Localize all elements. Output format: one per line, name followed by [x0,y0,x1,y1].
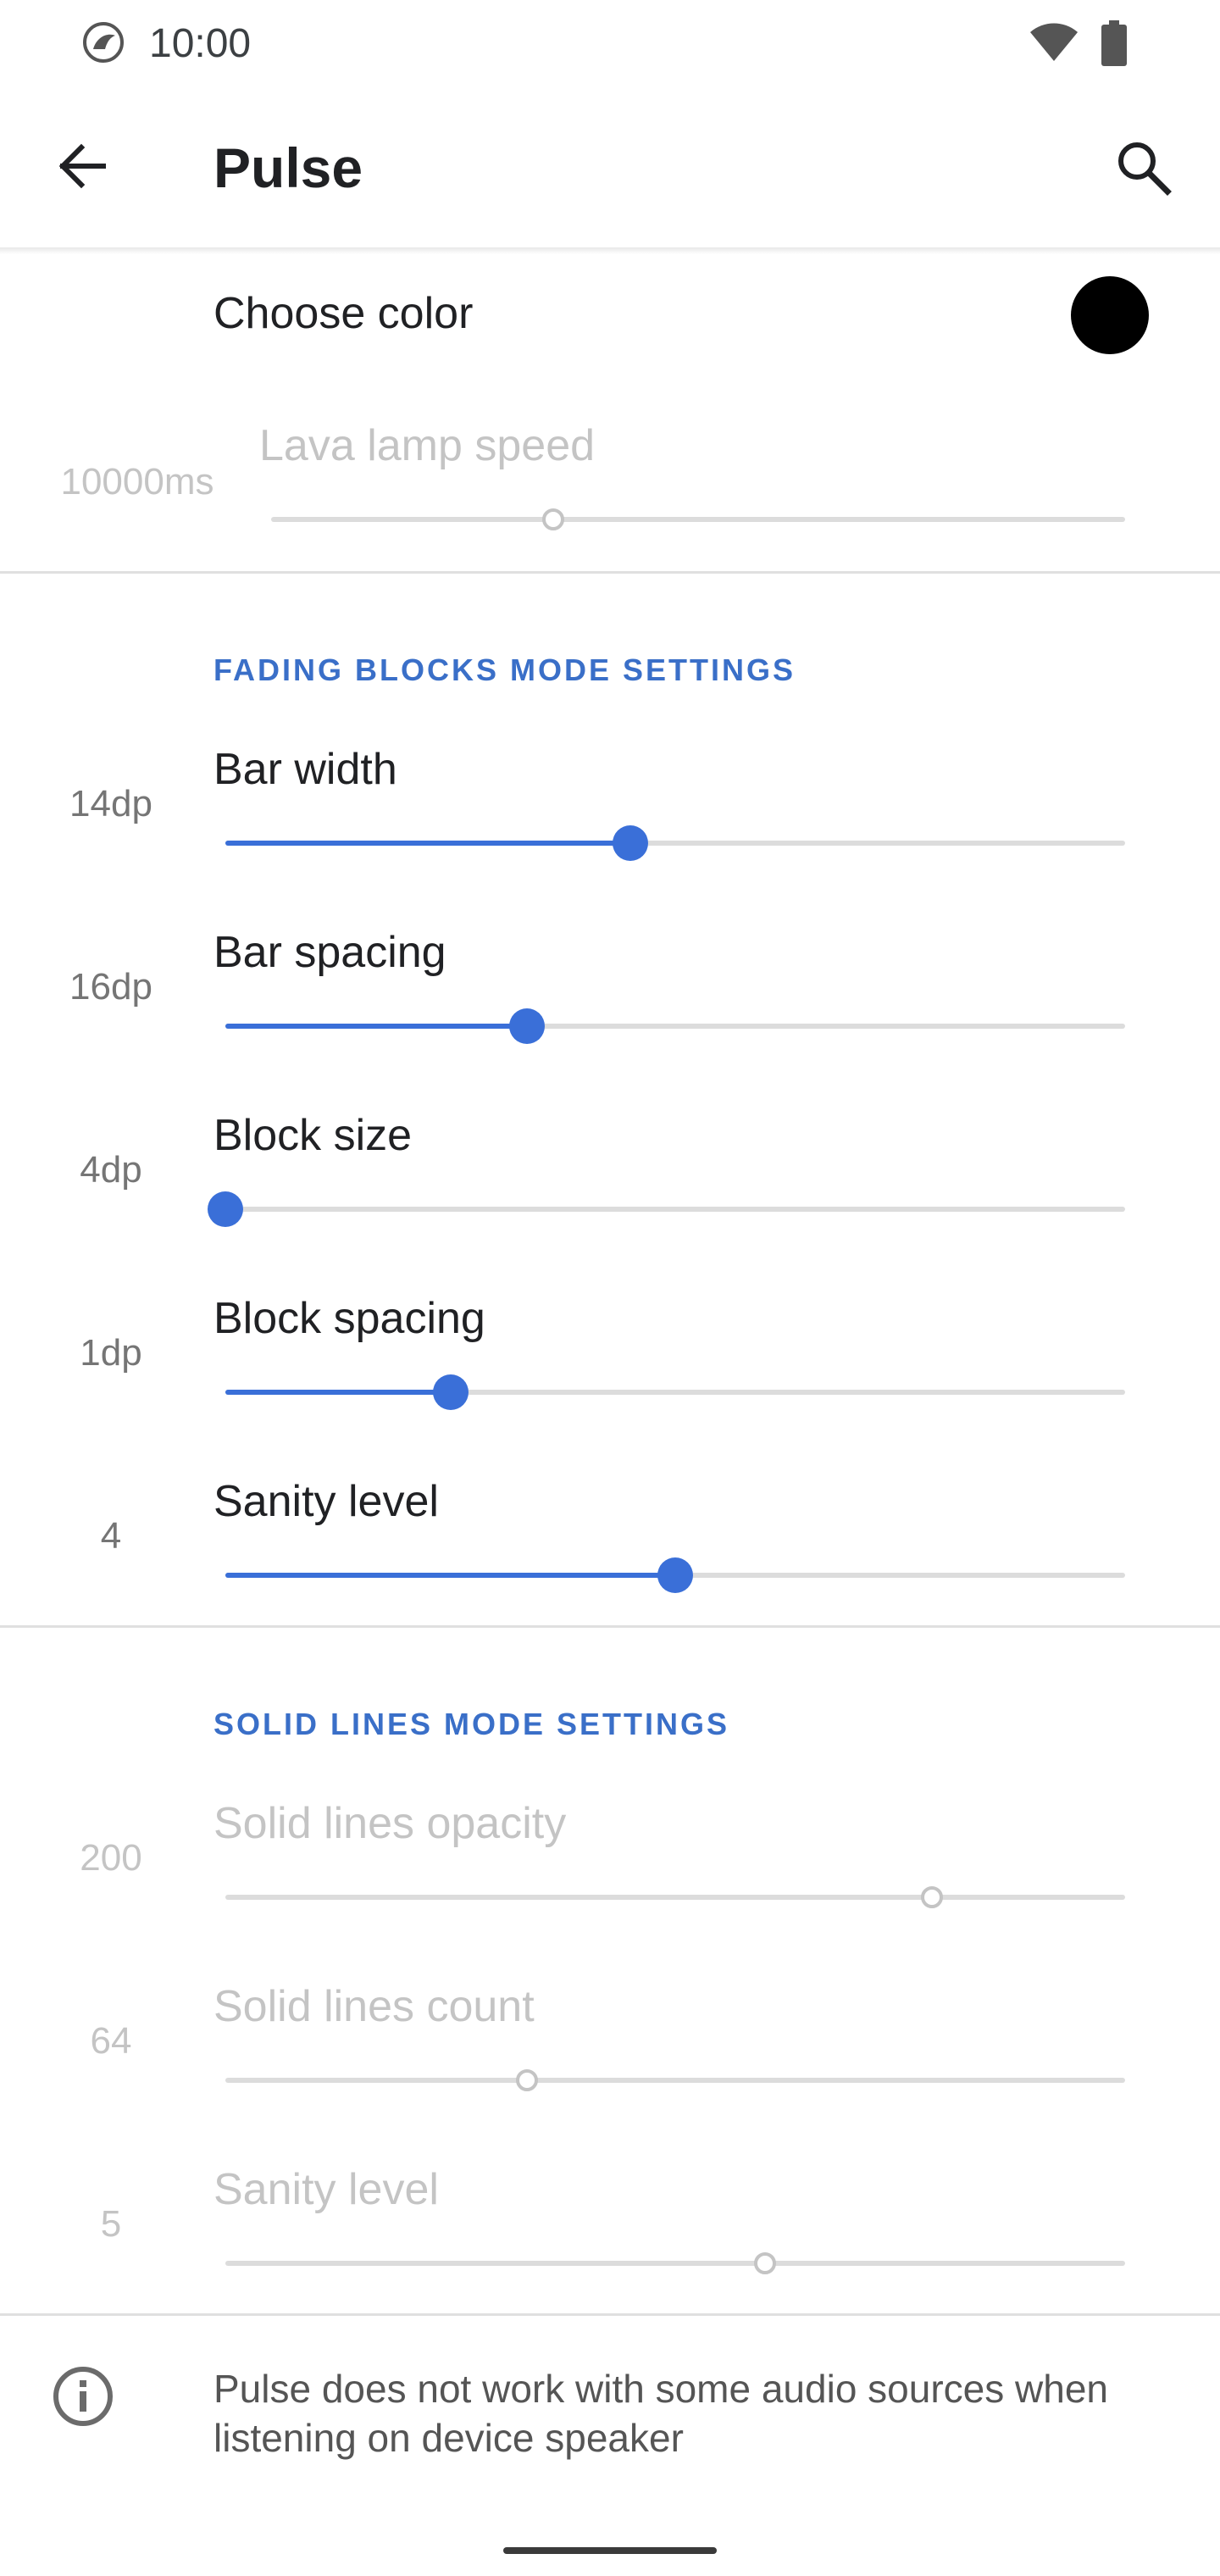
solid-lines-opacity-value: 200 [80,1837,142,1879]
block-spacing-value: 1dp [80,1332,142,1374]
lava-lamp-speed-value: 10000ms [60,461,214,502]
page-title: Pulse [214,136,363,199]
bar-width-value: 14dp [69,783,152,824]
block-size-slider[interactable] [208,1191,1125,1227]
slider-thumb [920,1886,943,1908]
solid-lines-opacity-slider [225,1886,1125,1908]
info-message: Pulse does not work with some audio sour… [214,2367,1109,2460]
section-divider [0,1625,1220,1628]
bar-spacing-value: 16dp [69,966,152,1008]
solid-lines-count-label: Solid lines count [214,1982,535,2031]
slider-fill [225,1573,675,1578]
bar-spacing-slider[interactable] [225,1008,1125,1044]
section-divider [0,2313,1220,2316]
status-bar: 10:00 [0,0,1220,85]
solid-sanity-level-slider [225,2252,1125,2274]
slider-thumb [515,2069,538,2091]
app-logo-icon [83,22,124,63]
status-time: 10:00 [149,21,252,66]
back-arrow-icon[interactable] [53,136,114,197]
block-size-label: Block size [214,1111,413,1160]
block-spacing-label: Block spacing [214,1294,485,1343]
slider-fill [225,1024,527,1029]
color-swatch[interactable] [1071,276,1149,354]
slider-thumb[interactable] [208,1191,243,1227]
slider-thumb[interactable] [432,1374,469,1410]
slider-thumb[interactable] [508,1008,545,1044]
fading-sanity-level-slider[interactable] [225,1557,1125,1593]
app-bar-shadow [0,247,1220,254]
fading-sanity-level-value: 4 [100,1515,122,1557]
block-spacing-slider[interactable] [225,1374,1125,1410]
slider-fill [225,841,630,846]
bar-width-label: Bar width [214,745,397,794]
section-divider [0,571,1220,574]
slider-thumb[interactable] [657,1557,693,1593]
app-bar [0,85,1220,249]
fading-sanity-level-label: Sanity level [214,1477,439,1526]
solid-lines-section-header: SOLID LINES MODE SETTINGS [214,1707,730,1741]
lava-lamp-speed-slider [271,508,1125,530]
bar-width-slider[interactable] [225,825,1125,861]
solid-lines-count-slider [225,2069,1125,2091]
block-size-value: 4dp [80,1149,142,1191]
lava-lamp-speed-label: Lava lamp speed [259,421,596,470]
battery-icon [1101,20,1127,66]
gesture-nav-handle[interactable] [503,2547,717,2554]
slider-thumb[interactable] [612,825,648,861]
solid-lines-opacity-label: Solid lines opacity [214,1799,567,1848]
solid-sanity-level-label: Sanity level [214,2165,439,2214]
solid-sanity-level-value: 5 [100,2203,122,2245]
info-icon [53,2367,113,2426]
bar-spacing-label: Bar spacing [214,928,446,977]
slider-thumb [754,2252,777,2274]
choose-color-label: Choose color [214,289,474,338]
fading-blocks-section-header: FADING BLOCKS MODE SETTINGS [214,652,796,687]
solid-lines-count-value: 64 [90,2020,132,2062]
wifi-icon [1030,23,1078,61]
search-icon[interactable] [1112,136,1176,200]
slider-fill [225,1390,451,1395]
slider-thumb [541,508,564,530]
